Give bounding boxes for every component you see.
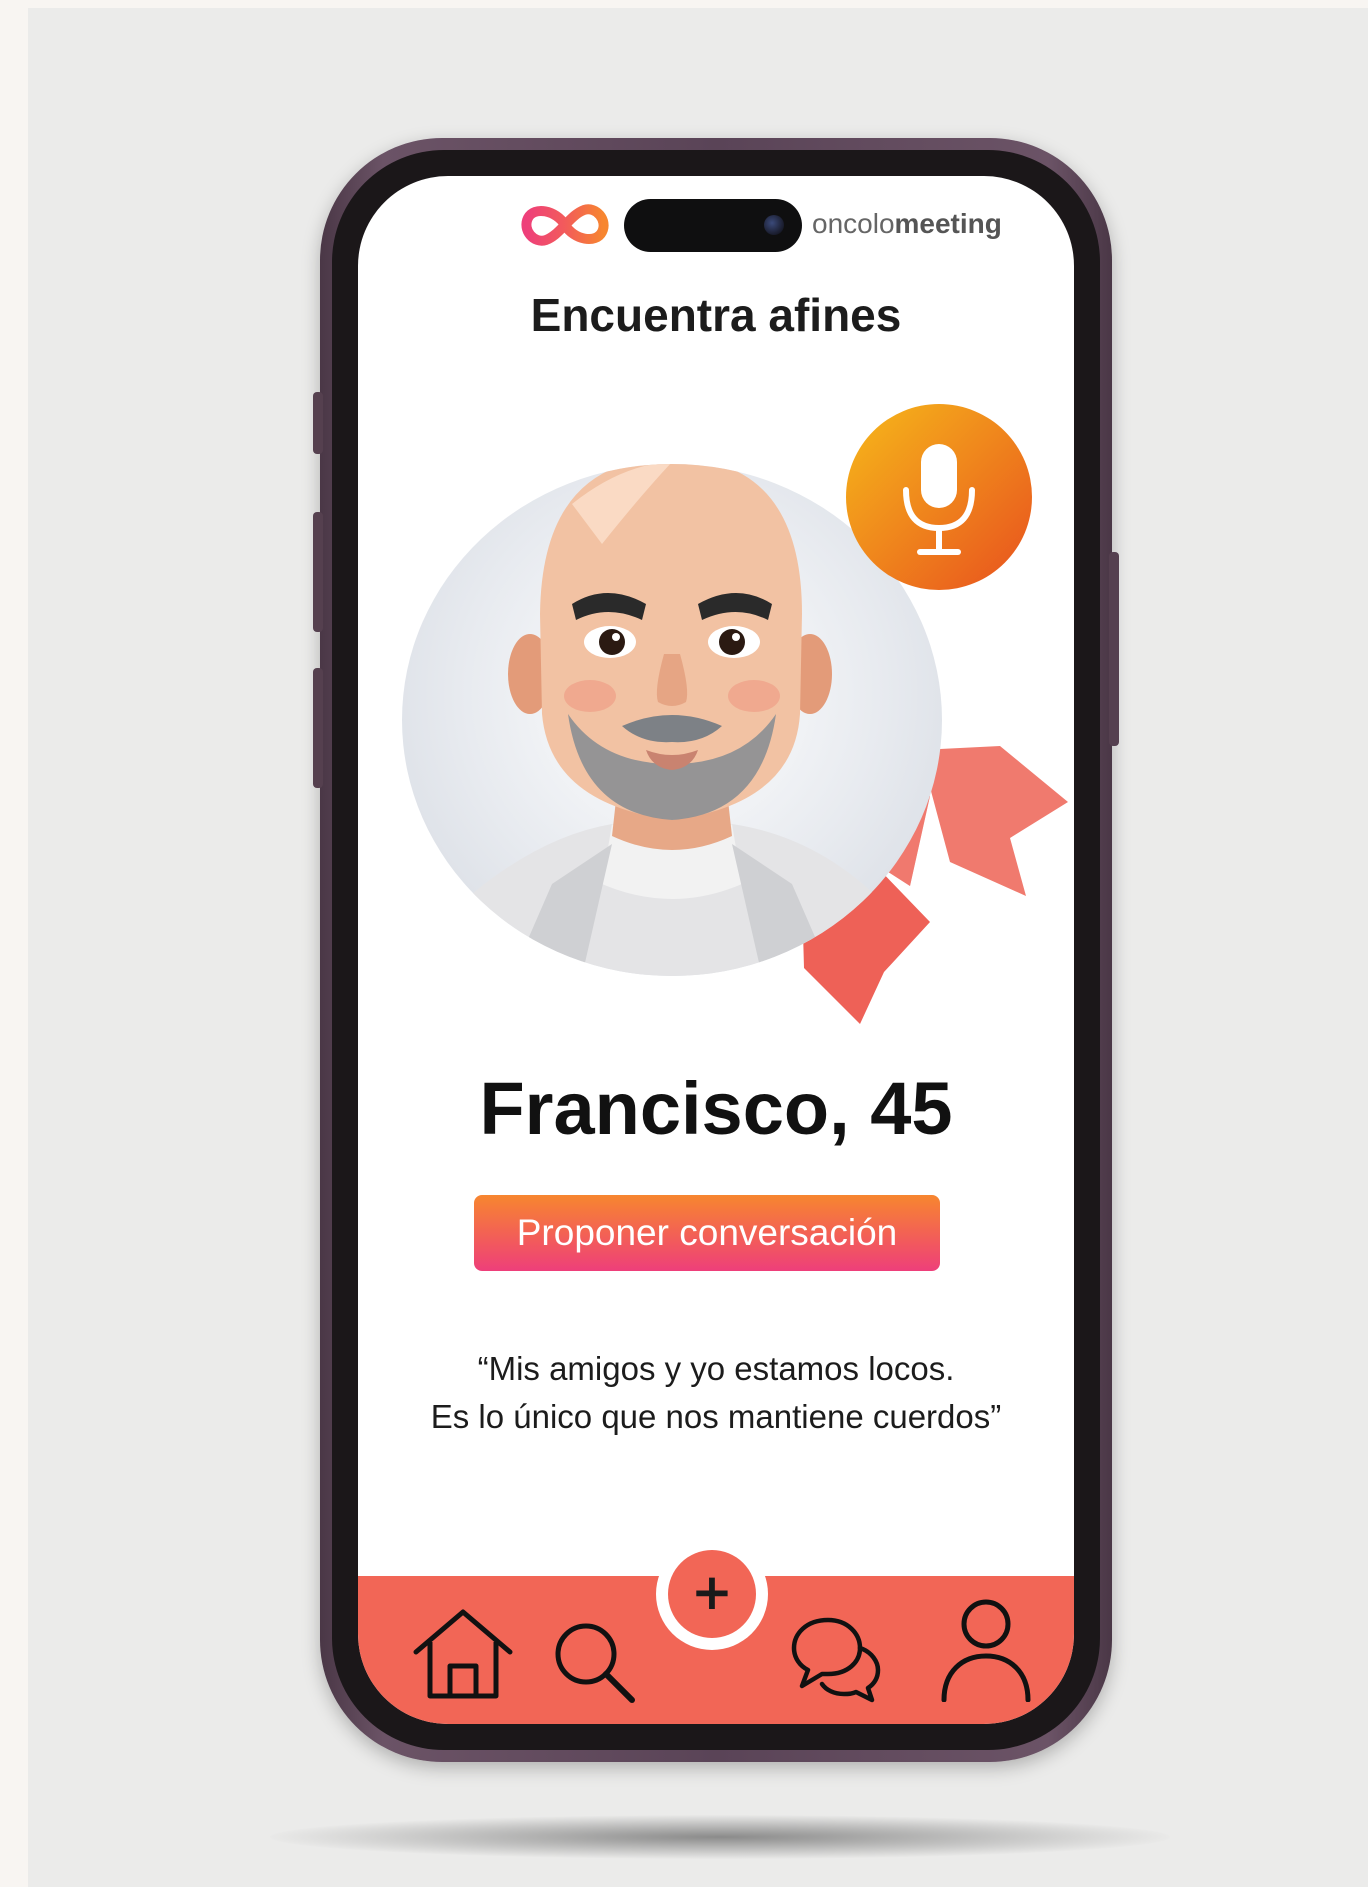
nav-home[interactable] [410, 1606, 516, 1702]
plus-icon: + [691, 1563, 733, 1621]
nav-search[interactable] [552, 1620, 638, 1706]
phone-side-button [1109, 552, 1119, 746]
phone-side-button [313, 512, 323, 632]
brand-regular: oncolo [812, 208, 895, 239]
add-button[interactable]: + [668, 1550, 756, 1638]
search-icon [555, 1623, 635, 1703]
user-icon [941, 1599, 1031, 1702]
brand-wordmark: oncolomeeting [812, 208, 1002, 240]
dynamic-island [624, 199, 802, 252]
quote-line-1: “Mis amigos y yo estamos locos. [477, 1350, 955, 1387]
propose-conversation-button[interactable]: Proponer conversación [474, 1195, 940, 1271]
profile-quote: “Mis amigos y yo estamos locos. Es lo ún… [358, 1345, 1074, 1441]
infinity-logo-icon [518, 196, 612, 254]
nav-profile[interactable] [940, 1598, 1032, 1702]
phone-side-button [313, 392, 323, 454]
voice-message-button[interactable] [846, 404, 1032, 590]
nav-chat[interactable] [790, 1612, 882, 1704]
camera-lens [764, 215, 784, 235]
page-title: Encuentra afines [530, 289, 902, 341]
home-icon [413, 1609, 513, 1699]
phone-side-button [313, 668, 323, 788]
microphone-icon [903, 444, 975, 555]
quote-line-2: Es lo único que nos mantiene cuerdos” [430, 1398, 1002, 1435]
phone-shadow [270, 1815, 1170, 1859]
profile-name-age: Francisco, 45 [479, 1067, 953, 1150]
brand-bold: meeting [894, 208, 1002, 239]
chat-bubbles-icon [791, 1617, 881, 1703]
